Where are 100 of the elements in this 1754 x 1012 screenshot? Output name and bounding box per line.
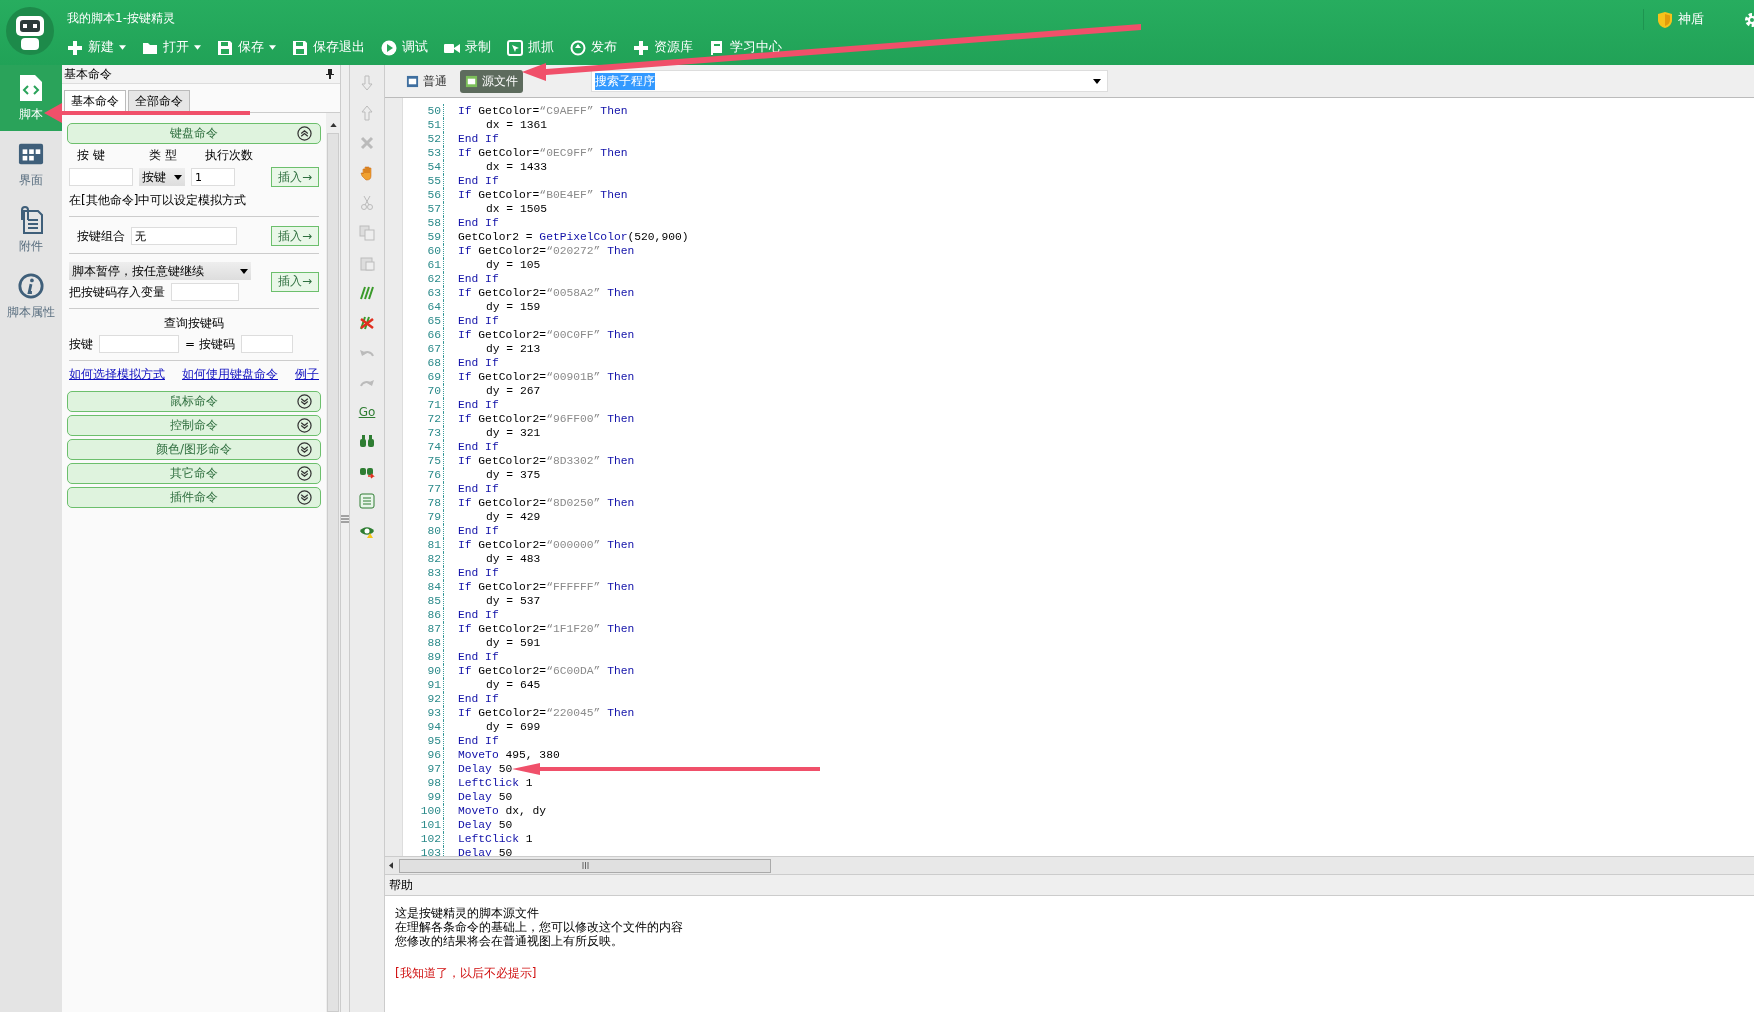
help-link[interactable]: 如何使用键盘命令 bbox=[182, 367, 278, 382]
insert-button[interactable]: 插入→ bbox=[270, 226, 319, 246]
code-line: If GetColor2=“00C0FF” Then bbox=[458, 328, 635, 342]
line-number: 69 bbox=[403, 370, 444, 384]
caret-icon bbox=[174, 174, 182, 180]
panel-tab[interactable]: 基本命令 bbox=[64, 90, 126, 112]
line-number: 95 bbox=[403, 734, 444, 748]
line-number: 101 bbox=[403, 818, 444, 832]
toolbar-button[interactable]: 保存 bbox=[213, 39, 280, 56]
save-icon bbox=[217, 39, 233, 56]
scrollbar[interactable] bbox=[326, 113, 340, 1012]
line-number: 84 bbox=[403, 580, 444, 594]
panel-title: 基本命令 bbox=[64, 65, 112, 83]
code-line: End If bbox=[458, 272, 499, 286]
line-number: 51 bbox=[403, 118, 444, 132]
list-icon[interactable] bbox=[359, 493, 375, 509]
code-line: End If bbox=[458, 566, 499, 580]
robot-logo-icon bbox=[5, 6, 55, 56]
accordion-header[interactable]: 控制命令 bbox=[67, 415, 321, 436]
sidebar-item[interactable]: 脚本属性 bbox=[0, 263, 62, 329]
toolbar-button[interactable]: 打开 bbox=[138, 39, 205, 56]
help-link[interactable]: 例子 bbox=[295, 367, 319, 382]
help-text: 在理解各条命令的基础上，您可以修改这个文件的内容 bbox=[395, 920, 684, 934]
help-link[interactable]: 如何选择模拟方式 bbox=[69, 367, 165, 382]
uncomment-icon[interactable] bbox=[359, 315, 375, 331]
toolbar-button[interactable]: 学习中心 bbox=[705, 39, 786, 56]
line-number: 87 bbox=[403, 622, 444, 636]
chevron-icon bbox=[297, 442, 312, 457]
copy-icon[interactable] bbox=[359, 225, 375, 241]
count-field[interactable]: 1 bbox=[191, 168, 235, 186]
arrow-up-icon[interactable] bbox=[359, 105, 375, 121]
line-number: 62 bbox=[403, 272, 444, 286]
type-dropdown[interactable]: 按键 bbox=[139, 168, 185, 186]
info-icon bbox=[18, 271, 44, 300]
key-field[interactable] bbox=[99, 335, 179, 353]
scroll-up-icon[interactable] bbox=[329, 123, 337, 127]
arrow-down-icon[interactable] bbox=[359, 75, 375, 91]
paste-icon[interactable] bbox=[359, 255, 375, 271]
chevron-icon bbox=[297, 126, 312, 141]
insert-button[interactable]: 插入→ bbox=[270, 271, 319, 292]
panel-tab[interactable]: 全部命令 bbox=[128, 90, 190, 112]
key-field[interactable] bbox=[69, 168, 133, 186]
variable-field[interactable] bbox=[171, 283, 239, 301]
hand-icon[interactable] bbox=[359, 165, 375, 181]
caret-icon bbox=[1093, 78, 1101, 84]
code-line: If GetColor=“B0E4EF” Then bbox=[458, 188, 628, 202]
hint-text: 在[其他命令]中可以设定模拟方式 bbox=[69, 192, 248, 209]
store-label: 把按键码存入变量 bbox=[69, 283, 165, 301]
scroll-thumb[interactable] bbox=[399, 858, 771, 873]
line-number: 53 bbox=[403, 146, 444, 160]
document-icon bbox=[465, 74, 478, 88]
insert-button[interactable]: 插入→ bbox=[270, 167, 319, 187]
toolbar-button[interactable]: 录制 bbox=[440, 39, 495, 56]
accordion-header[interactable]: 键盘命令 bbox=[67, 123, 321, 144]
combo-field[interactable]: 无 bbox=[131, 227, 237, 245]
line-number: 77 bbox=[403, 482, 444, 496]
subroutine-dropdown[interactable]: 搜索子程序 bbox=[591, 70, 1108, 92]
view-tab[interactable]: 普通 bbox=[401, 69, 452, 93]
shield-icon bbox=[1658, 11, 1672, 28]
dismiss-link[interactable]: [我知道了，以后不必提示] bbox=[395, 965, 1754, 982]
accordion-header[interactable]: 插件命令 bbox=[67, 487, 321, 508]
toolbar-button[interactable]: 抓抓 bbox=[503, 39, 558, 56]
accordion-header[interactable]: 颜色/图形命令 bbox=[67, 439, 321, 460]
toolbar-button[interactable]: 保存退出 bbox=[288, 39, 369, 56]
toolbar-button[interactable]: 新建 bbox=[63, 39, 130, 56]
code-line: If GetColor2=“8D3302” Then bbox=[458, 454, 635, 468]
sidebar-item[interactable]: 附件 bbox=[0, 197, 62, 263]
close-icon[interactable] bbox=[359, 135, 375, 151]
sidebar-item[interactable]: 界面 bbox=[0, 131, 62, 197]
view-tab[interactable]: 源文件 bbox=[460, 69, 523, 93]
code-line: If GetColor2=“FFFFFF” Then bbox=[458, 580, 635, 594]
code-line: If GetColor2=“6C00DA” Then bbox=[458, 664, 635, 678]
comment-icon[interactable] bbox=[359, 285, 375, 301]
line-number: 56 bbox=[403, 188, 444, 202]
code-line: dy = 429 bbox=[486, 510, 541, 524]
line-number: 96 bbox=[403, 748, 444, 762]
sidebar-item[interactable]: 脚本 bbox=[0, 65, 62, 131]
query-title: 查询按键码 bbox=[163, 315, 225, 332]
keycode-field[interactable] bbox=[240, 335, 293, 353]
toolbar-button[interactable]: 调试 bbox=[377, 39, 432, 56]
line-number: 67 bbox=[403, 342, 444, 356]
count-label: 执行次数 bbox=[205, 147, 253, 164]
pause-dropdown[interactable]: 脚本暂停，按任意键继续 bbox=[69, 262, 251, 280]
shield-button[interactable]: 神盾 bbox=[1643, 9, 1718, 30]
accordion-header[interactable]: 其它命令 bbox=[67, 463, 321, 484]
horizontal-scrollbar[interactable] bbox=[385, 856, 1754, 874]
accordion-header[interactable]: 鼠标命令 bbox=[67, 391, 321, 412]
toolbar-button[interactable]: 资源库 bbox=[629, 39, 697, 56]
line-number: 73 bbox=[403, 426, 444, 440]
go-to-line-button[interactable]: Go bbox=[358, 405, 376, 419]
binoculars-icon[interactable] bbox=[359, 433, 375, 449]
scroll-left-icon[interactable] bbox=[389, 862, 393, 869]
code-line: If GetColor2=“020272” Then bbox=[458, 244, 635, 258]
scissors-icon[interactable] bbox=[359, 195, 375, 211]
line-number: 63 bbox=[403, 286, 444, 300]
line-number: 93 bbox=[403, 706, 444, 720]
splitter-grip-icon[interactable] bbox=[341, 514, 349, 523]
help-text: 这是按键精灵的脚本源文件 bbox=[395, 906, 540, 920]
toolbar-button[interactable]: 发布 bbox=[566, 39, 621, 56]
pin-icon[interactable] bbox=[326, 69, 334, 79]
